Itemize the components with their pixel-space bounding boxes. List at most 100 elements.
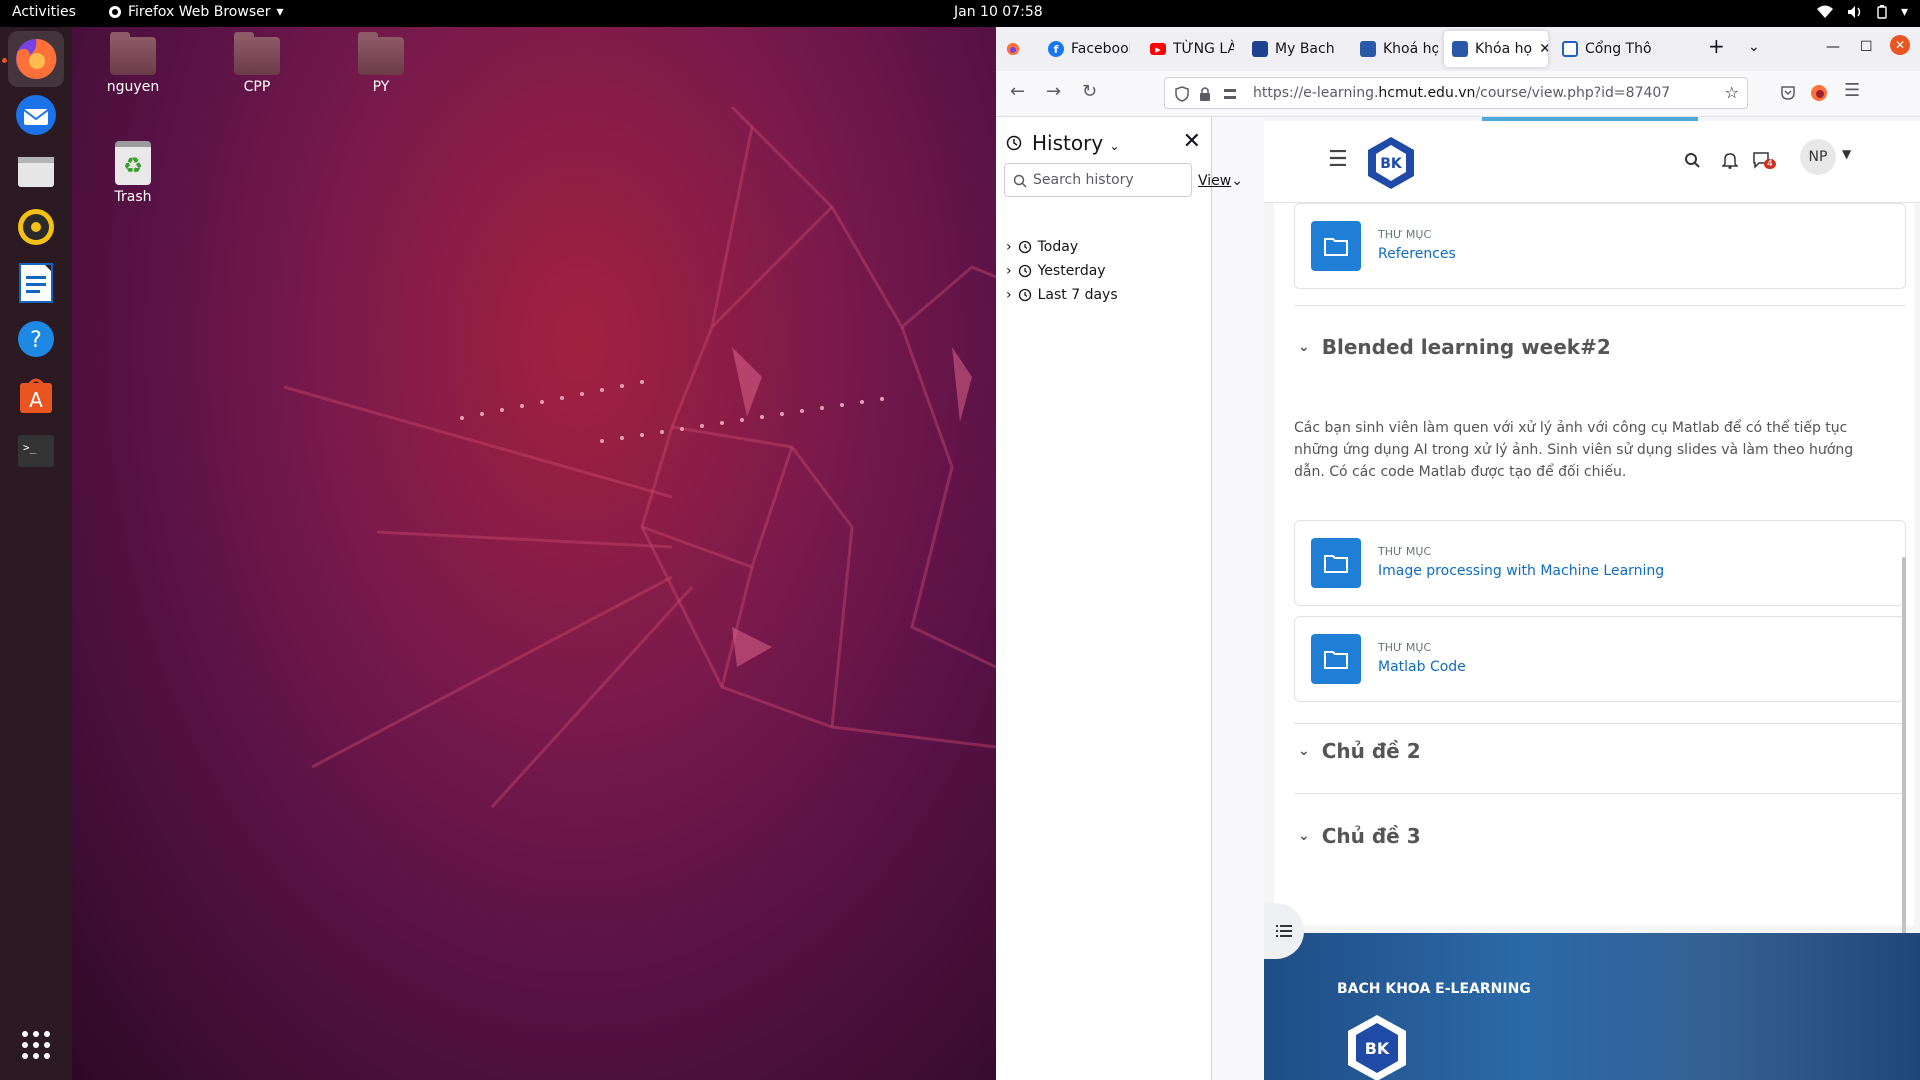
pocket-icon[interactable] bbox=[1780, 85, 1796, 101]
dock-files[interactable] bbox=[8, 143, 64, 199]
dock-terminal[interactable]: >_ bbox=[8, 423, 64, 479]
search-icon[interactable] bbox=[1684, 152, 1700, 168]
dock-rhythmbox[interactable] bbox=[8, 199, 64, 255]
desktop-cpp-folder[interactable]: CPP bbox=[212, 32, 302, 95]
hamburger-menu-icon[interactable]: ☰ bbox=[1844, 80, 1860, 101]
navigation-bar: ← → ↻ https://e-learning.hcmut.edu.vn/co… bbox=[996, 71, 1920, 117]
desktop: nguyen CPP PY ♻ Trash bbox=[72, 27, 996, 1080]
writer-icon bbox=[19, 263, 53, 303]
new-tab-icon[interactable]: + bbox=[1708, 34, 1725, 58]
bk-favicon-icon bbox=[1452, 41, 1468, 57]
show-apps-button[interactable] bbox=[8, 1017, 64, 1073]
search-history-input[interactable]: Search history bbox=[1004, 163, 1192, 197]
tab-label: Facebook bbox=[1071, 41, 1130, 57]
list-all-tabs-icon[interactable]: ⌄ bbox=[1748, 39, 1760, 55]
close-tab-icon[interactable]: ✕ bbox=[1539, 41, 1548, 57]
firefox-view-button[interactable] bbox=[998, 31, 1028, 67]
view-label: View bbox=[1198, 173, 1232, 189]
activity-image-processing[interactable]: THƯ MỤC Image processing with Machine Le… bbox=[1294, 520, 1906, 606]
activity-link[interactable]: Matlab Code bbox=[1378, 659, 1466, 675]
battery-icon bbox=[1877, 5, 1887, 19]
dock-thunderbird[interactable] bbox=[8, 87, 64, 143]
back-icon[interactable]: ← bbox=[1010, 81, 1025, 102]
dock-firefox[interactable] bbox=[8, 31, 64, 87]
youtube-icon: ▸ bbox=[1150, 43, 1166, 56]
expand-arrow-icon: › bbox=[1006, 239, 1012, 255]
page-scrollbar[interactable] bbox=[1902, 557, 1906, 977]
activities-button[interactable]: Activities bbox=[12, 4, 76, 20]
desktop-trash[interactable]: ♻ Trash bbox=[88, 141, 178, 205]
desktop-icon-label: nguyen bbox=[106, 79, 160, 95]
history-group-yesterday[interactable]: › Yesterday bbox=[1006, 263, 1106, 279]
close-window-icon[interactable]: ✕ bbox=[1890, 35, 1910, 55]
search-placeholder: Search history bbox=[1033, 172, 1134, 188]
dock-writer[interactable] bbox=[8, 255, 64, 311]
forward-icon[interactable]: → bbox=[1046, 81, 1061, 102]
section-divider bbox=[1294, 793, 1906, 794]
history-group-today[interactable]: › Today bbox=[1006, 239, 1078, 255]
maximize-icon[interactable]: ☐ bbox=[1860, 39, 1873, 55]
activity-type: THƯ MỤC bbox=[1378, 228, 1432, 241]
tab-youtube[interactable]: ▸ TỪNG LÀ bbox=[1142, 31, 1234, 67]
activity-link[interactable]: Image processing with Machine Learning bbox=[1378, 563, 1664, 579]
bk-logo[interactable]: BK bbox=[1364, 135, 1418, 191]
history-group-label: Today bbox=[1037, 239, 1079, 255]
activity-references[interactable]: THƯ MỤC References bbox=[1294, 203, 1906, 289]
top-bar: Activities Firefox Web Browser ▾ Jan 10 … bbox=[0, 0, 1920, 27]
permissions-icon[interactable] bbox=[1223, 87, 1237, 101]
messages-button[interactable]: 4 bbox=[1752, 151, 1776, 173]
folder-icon bbox=[358, 32, 404, 75]
tab-cong-thong-tin[interactable]: Cổng Thô bbox=[1554, 31, 1654, 67]
web-page: ☰ BK 4 NP ▼ THƯ MỤC References ⌄ Blended… bbox=[1264, 117, 1920, 1080]
desktop-py-folder[interactable]: PY bbox=[336, 32, 426, 95]
tab-label: Khoá học bbox=[1383, 41, 1438, 57]
view-menu-button[interactable]: View⌄ bbox=[1198, 173, 1243, 189]
lock-icon[interactable] bbox=[1199, 86, 1211, 102]
activity-link[interactable]: References bbox=[1378, 246, 1456, 262]
chevron-down-icon: ⌄ bbox=[1231, 173, 1243, 189]
history-clock-icon bbox=[1006, 135, 1022, 151]
url-bar[interactable]: https://e-learning.hcmut.edu.vn/course/v… bbox=[1164, 77, 1748, 109]
reload-icon[interactable]: ↻ bbox=[1082, 81, 1097, 102]
section-header-week2[interactable]: ⌄ Blended learning week#2 bbox=[1298, 335, 1611, 359]
search-icon bbox=[1013, 174, 1027, 188]
user-menu-caret-icon[interactable]: ▼ bbox=[1842, 147, 1851, 161]
dock-help[interactable]: ? bbox=[8, 311, 64, 367]
account-icon[interactable] bbox=[1810, 84, 1828, 102]
desktop-home-folder[interactable]: nguyen bbox=[88, 32, 178, 95]
bell-icon[interactable] bbox=[1722, 151, 1738, 169]
chevron-down-icon: ⌄ bbox=[1298, 743, 1310, 759]
system-tray[interactable]: ▾ bbox=[1816, 4, 1908, 20]
sidebar-title-button[interactable]: History ⌄ bbox=[1032, 131, 1120, 155]
expand-arrow-icon: › bbox=[1006, 287, 1012, 303]
dock-software[interactable]: A bbox=[8, 367, 64, 423]
history-group-last-7-days[interactable]: › Last 7 days bbox=[1006, 287, 1118, 303]
url-text: https://e-learning.hcmut.edu.vn/course/v… bbox=[1253, 85, 1671, 101]
site-header: ☰ BK 4 NP ▼ bbox=[1264, 121, 1920, 203]
section-summary: Các bạn sinh viên làm quen với xử lý ảnh… bbox=[1294, 420, 1854, 480]
portal-favicon-icon bbox=[1562, 41, 1578, 57]
bk-favicon-icon bbox=[1360, 41, 1376, 57]
terminal-icon: >_ bbox=[18, 435, 54, 467]
bookmark-star-icon[interactable]: ☆ bbox=[1725, 83, 1739, 102]
shield-icon[interactable] bbox=[1175, 86, 1189, 102]
section-title: Chủ đề 3 bbox=[1321, 824, 1421, 848]
tab-khoa-hoc-1[interactable]: Khoá học bbox=[1352, 31, 1438, 67]
wifi-icon bbox=[1816, 5, 1833, 18]
tab-mybk[interactable]: My Bach K bbox=[1244, 31, 1340, 67]
firefox-view-icon bbox=[1006, 42, 1020, 56]
nav-drawer-menu-icon[interactable]: ☰ bbox=[1328, 147, 1348, 172]
activity-matlab-code[interactable]: THƯ MỤC Matlab Code bbox=[1294, 616, 1906, 702]
section-header-chu-de-3[interactable]: ⌄ Chủ đề 3 bbox=[1298, 824, 1421, 848]
tab-khoa-hoc-active[interactable]: Khóa họ ✕ bbox=[1444, 31, 1548, 67]
folder-icon bbox=[1311, 221, 1361, 271]
app-menu[interactable]: Firefox Web Browser ▾ bbox=[108, 4, 284, 20]
close-sidebar-icon[interactable]: ✕ bbox=[1183, 129, 1201, 154]
activity-type: THƯ MỤC bbox=[1378, 545, 1432, 558]
user-avatar[interactable]: NP bbox=[1800, 139, 1836, 175]
section-header-chu-de-2[interactable]: ⌄ Chủ đề 2 bbox=[1298, 739, 1421, 763]
minimize-icon[interactable]: — bbox=[1826, 39, 1840, 55]
wallpaper-cat bbox=[283, 105, 996, 809]
clock[interactable]: Jan 10 07:58 bbox=[954, 4, 1043, 20]
tab-facebook[interactable]: f Facebook bbox=[1040, 31, 1130, 67]
